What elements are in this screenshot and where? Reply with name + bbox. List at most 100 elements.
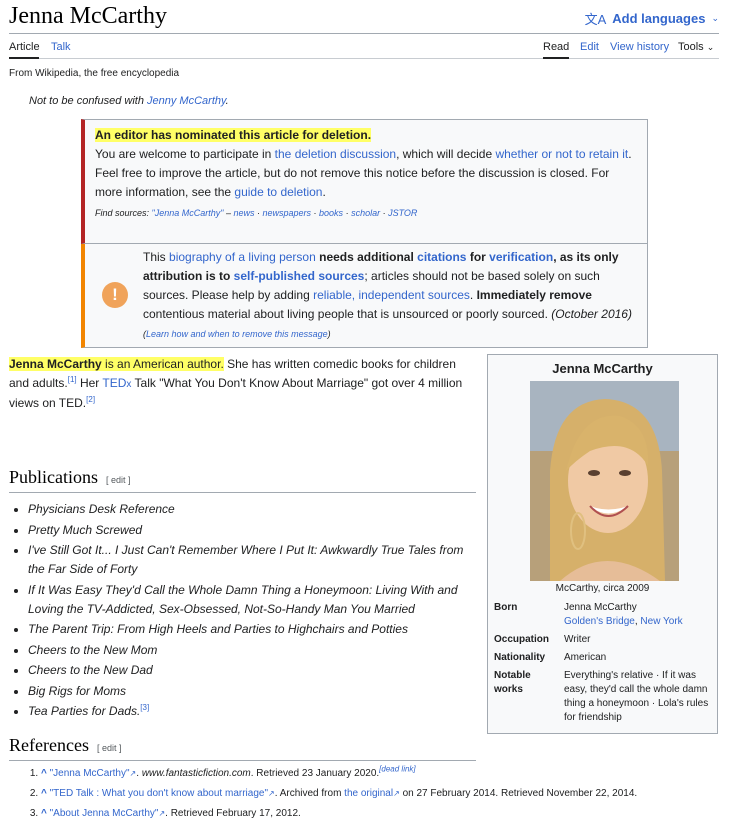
find-jstor-link[interactable]: JSTOR (388, 208, 417, 218)
guide-to-deletion-link[interactable]: guide to deletion (234, 185, 322, 199)
tab-article[interactable]: Article (9, 41, 40, 53)
learn-remove-message-link[interactable]: Learn how and when to remove this messag… (146, 329, 328, 339)
archive-original-link[interactable]: the original (344, 788, 393, 799)
chevron-down-icon: ⌄ (706, 42, 715, 52)
list-item: The Parent Trip: From High Heels and Par… (28, 620, 476, 639)
retain-decision-link[interactable]: whether or not to retain it (495, 147, 628, 161)
infobox-label: Nationality (494, 652, 546, 663)
list-item: Physicians Desk Reference (28, 500, 476, 519)
goldens-bridge-link[interactable]: Golden's Bridge (564, 616, 635, 627)
reliable-sources-link[interactable]: reliable, independent sources (313, 288, 470, 302)
infobox-row-born: Born Jenna McCarthy Golden's Bridge, New … (494, 601, 711, 629)
hatnote-link[interactable]: Jenny McCarthy (147, 95, 226, 107)
find-sources-query-link[interactable]: "Jenna McCarthy" (152, 208, 224, 218)
cite-ref-3[interactable]: [3] (140, 703, 149, 712)
tedx-link[interactable]: TEDx (102, 376, 131, 390)
reference-link[interactable]: "Jenna McCarthy" (50, 768, 130, 779)
cite-ref-2[interactable]: [2] (86, 395, 95, 404)
tools-label: Tools (678, 41, 704, 53)
external-link-icon: ↗ (268, 789, 275, 798)
page-title: Jenna McCarthy (9, 3, 167, 29)
hatnote: Not to be confused with Jenny McCarthy. (29, 95, 229, 107)
citations-link[interactable]: citations (417, 250, 466, 264)
hatnote-prefix: Not to be confused with (29, 95, 148, 107)
infobox-title: Jenna McCarthy (552, 361, 653, 376)
tab-talk[interactable]: Talk (51, 41, 71, 53)
blp-sources-notice: ! This biography of a living person need… (81, 244, 648, 348)
reference-item: ^ "Jenna McCarthy"↗. www.fantasticfictio… (41, 764, 717, 784)
references-heading: References (9, 735, 89, 755)
infobox-value: Everything's relative · If it was easy, … (564, 670, 709, 723)
references-list: ^ "Jenna McCarthy"↗. www.fantasticfictio… (27, 764, 717, 824)
reference-item: ^ "About Jenna McCarthy"↗. Retrieved Feb… (41, 804, 717, 824)
blp-link[interactable]: biography of a living person (169, 250, 316, 264)
list-item: Tea Parties for Dads.[3] (28, 702, 476, 721)
active-view-indicator (543, 57, 569, 59)
tab-edit[interactable]: Edit (580, 41, 599, 53)
references-heading-block: References [ edit ] (9, 735, 476, 761)
backlink-caret[interactable]: ^ (41, 808, 47, 819)
notice-date: (October 2016) (551, 307, 632, 321)
heading-rule (9, 760, 476, 761)
tools-menu[interactable]: Tools ⌄ (678, 41, 714, 53)
verification-link[interactable]: verification (489, 250, 553, 264)
reference-link[interactable]: "TED Talk : What you don't know about ma… (50, 788, 268, 799)
infobox-label: Notable works (494, 670, 531, 695)
list-item: Big Rigs for Moms (28, 682, 476, 701)
backlink-caret[interactable]: ^ (41, 788, 47, 799)
find-news-link[interactable]: news (233, 208, 254, 218)
edit-section-publications[interactable]: [ edit ] (106, 475, 131, 485)
hatnote-suffix: . (225, 95, 229, 107)
publications-list: Physicians Desk Reference Pretty Much Sc… (10, 500, 476, 723)
reference-link[interactable]: "About Jenna McCarthy" (50, 808, 159, 819)
cite-ref-1[interactable]: [1] (68, 375, 77, 384)
warning-icon: ! (102, 282, 128, 308)
publications-heading-block: Publications [ edit ] (9, 467, 476, 493)
add-languages-label: Add languages (612, 11, 706, 26)
site-subtitle: From Wikipedia, the free encyclopedia (9, 68, 180, 79)
list-item: If It Was Easy They'd Call the Whole Dam… (28, 581, 476, 619)
list-item: I've Still Got It... I Just Can't Rememb… (28, 541, 476, 579)
list-item: Pretty Much Screwed (28, 521, 476, 540)
heading-rule (9, 492, 476, 493)
infobox-value: American (564, 652, 607, 663)
tab-read[interactable]: Read (543, 41, 569, 53)
translate-icon: 文A (584, 12, 607, 27)
find-newspapers-link[interactable]: newspapers (263, 208, 312, 218)
new-york-link[interactable]: New York (640, 616, 682, 627)
deletion-notice-heading: An editor has nominated this article for… (95, 128, 372, 142)
active-tab-indicator (9, 57, 39, 59)
deletion-notice: An editor has nominated this article for… (81, 119, 648, 244)
portrait-caption: McCarthy, circa 2009 (555, 583, 650, 594)
list-item: Cheers to the New Dad (28, 661, 476, 680)
backlink-caret[interactable]: ^ (41, 768, 47, 779)
deletion-notice-line1: You are welcome to participate in the de… (95, 147, 632, 161)
infobox-value: Writer (564, 634, 591, 645)
tabbar-divider (9, 58, 719, 59)
infobox: Jenna McCarthy McCarthy, circa 2009 Born… (487, 354, 718, 734)
find-scholar-link[interactable]: scholar (351, 208, 380, 218)
external-link-icon: ↗ (129, 769, 137, 778)
deletion-discussion-link[interactable]: the deletion discussion (275, 147, 396, 161)
self-published-link[interactable]: self-published sources (234, 269, 365, 283)
infobox-row-notable-works: Notable works Everything's relative · If … (494, 669, 711, 729)
subject-name: Jenna McCarthy (9, 357, 102, 371)
reference-item: ^ "TED Talk : What you don't know about … (41, 784, 717, 804)
publications-heading: Publications (9, 467, 98, 487)
deletion-notice-line2: Feel free to improve the article, but do… (95, 166, 610, 199)
edit-section-references[interactable]: [ edit ] (97, 743, 122, 753)
dead-link-tag[interactable]: [dead link] (379, 765, 415, 774)
tab-view-history[interactable]: View history (610, 41, 669, 53)
infobox-label: Born (494, 602, 518, 613)
lead-paragraph: Jenna McCarthy is an American author. Sh… (9, 357, 463, 410)
list-item: Cheers to the New Mom (28, 641, 476, 660)
find-sources: Find sources: "Jenna McCarthy" – news · … (95, 208, 418, 218)
add-languages-button[interactable]: 文A Add languages ⌄ (585, 9, 719, 28)
chevron-down-icon: ⌄ (711, 13, 719, 23)
infobox-value: Jenna McCarthy Golden's Bridge, New York (564, 602, 683, 627)
blp-notice-text: This biography of a living person needs … (143, 250, 632, 339)
infobox-label: Occupation (494, 634, 550, 645)
external-link-icon: ↗ (393, 789, 400, 798)
find-books-link[interactable]: books (319, 208, 343, 218)
portrait-photo[interactable] (530, 381, 679, 581)
